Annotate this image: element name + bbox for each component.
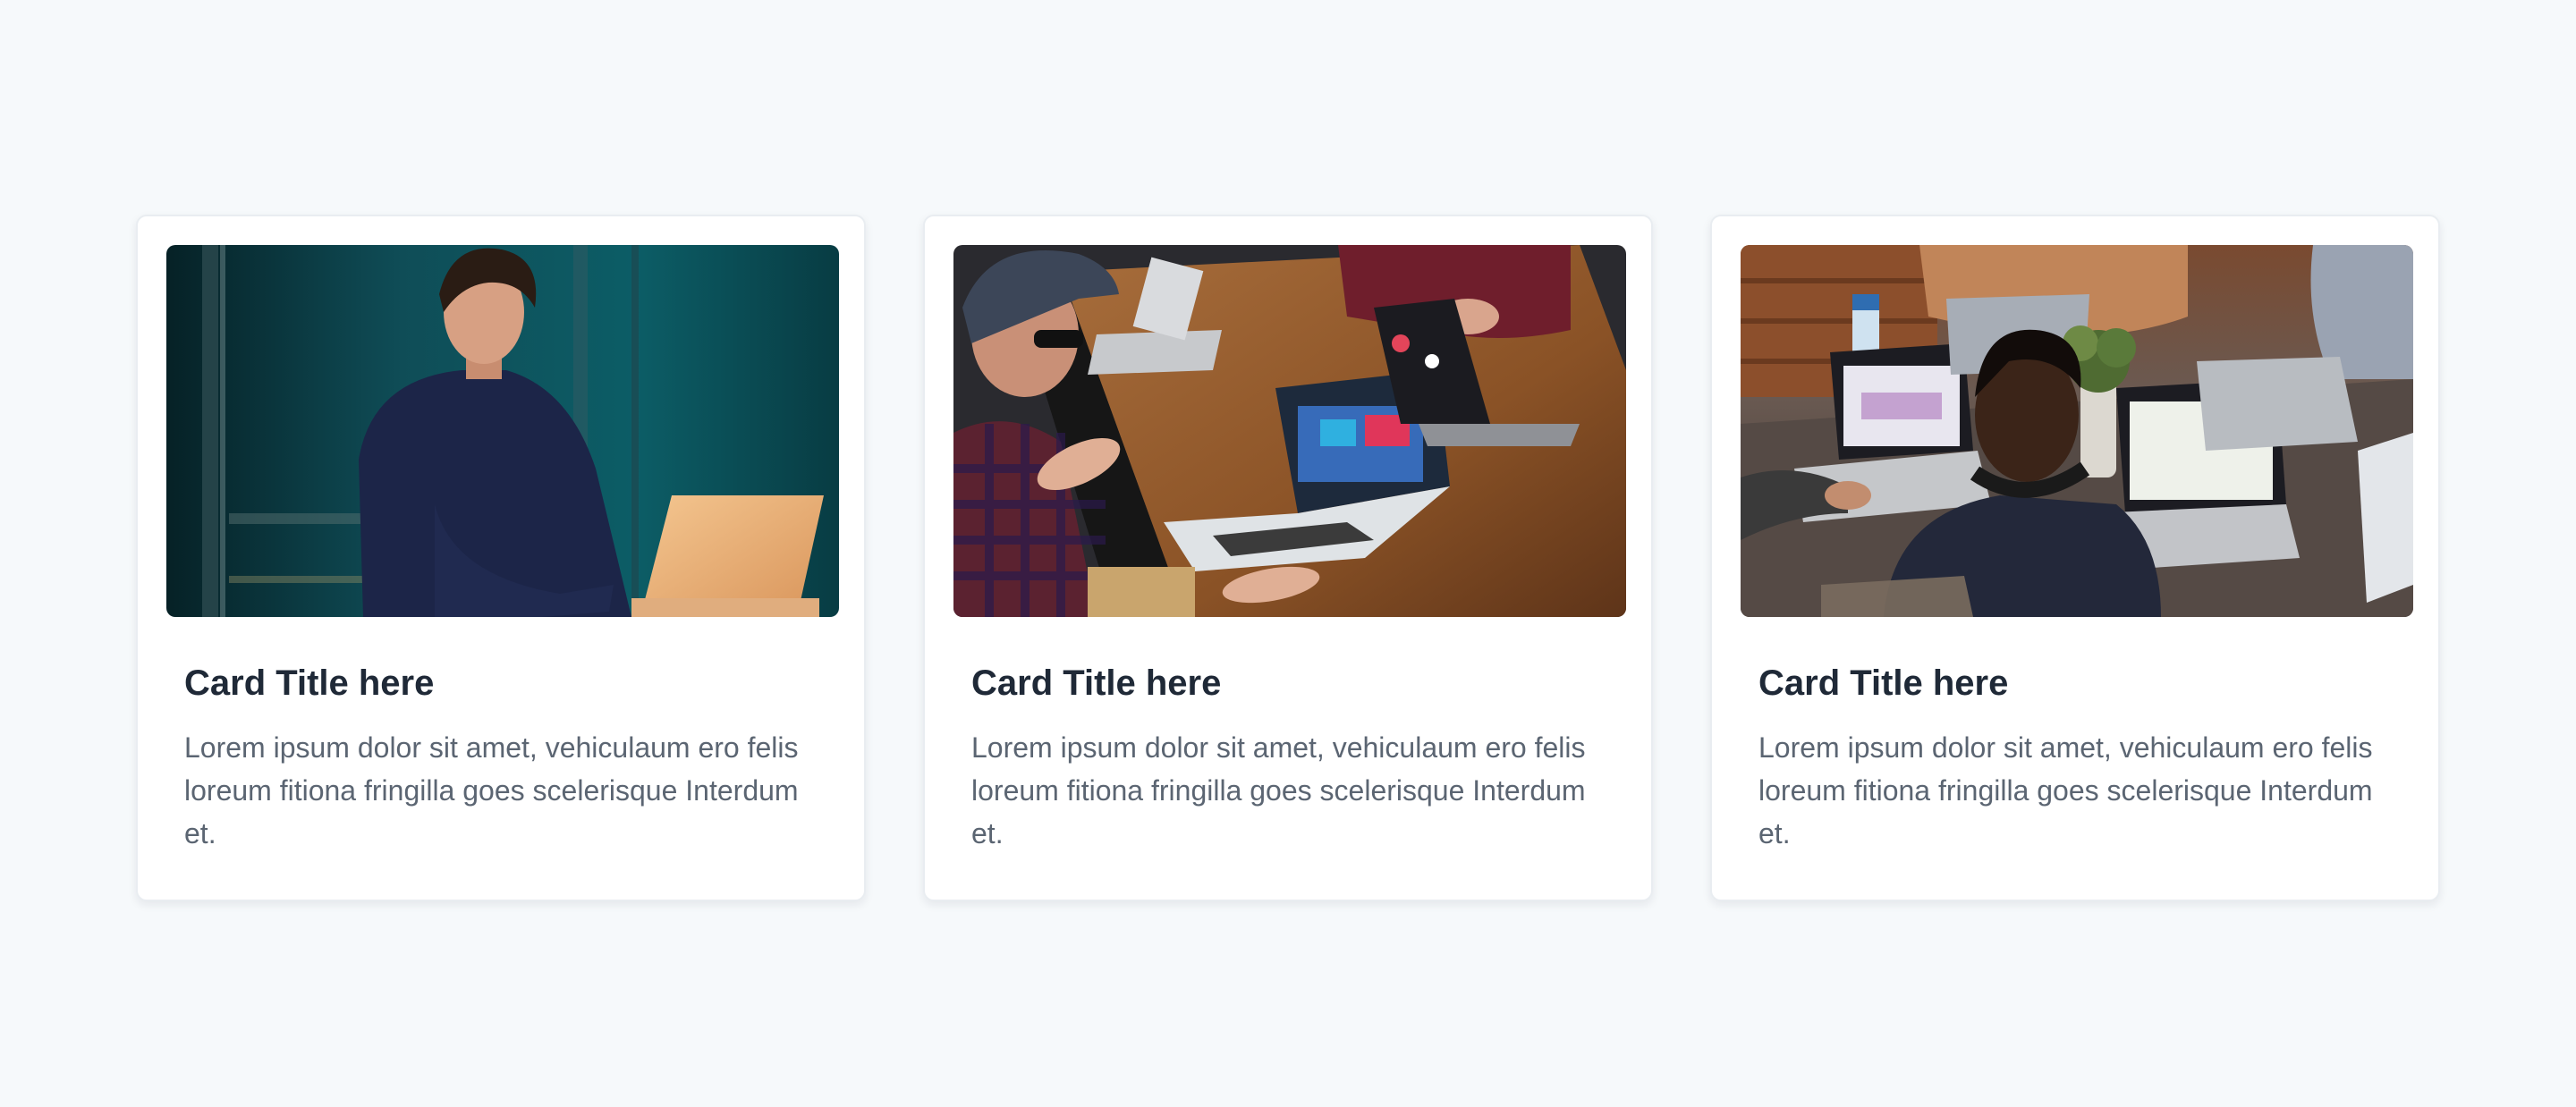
card-2-text: Lorem ipsum dolor sit amet, vehiculaum e… <box>971 731 1586 849</box>
card-3-title: Card Title here <box>1758 663 2009 703</box>
card-1-image <box>166 245 839 617</box>
card-2-title: Card Title here <box>971 663 1222 703</box>
team-meeting-photo <box>953 245 1626 617</box>
card-3-text: Lorem ipsum dolor sit amet, vehiculaum e… <box>1758 731 2373 849</box>
man-with-laptop-photo <box>166 245 839 617</box>
card-1-text: Lorem ipsum dolor sit amet, vehiculaum e… <box>184 731 799 849</box>
coworking-photo <box>1741 245 2413 617</box>
card-1[interactable]: Card Title here Lorem ipsum dolor sit am… <box>136 215 866 901</box>
card-3-image <box>1741 245 2413 617</box>
card-3[interactable]: Card Title here Lorem ipsum dolor sit am… <box>1710 215 2440 901</box>
card-1-title: Card Title here <box>184 663 435 703</box>
card-2[interactable]: Card Title here Lorem ipsum dolor sit am… <box>923 215 1653 901</box>
card-2-image <box>953 245 1626 617</box>
card-grid: Card Title here Lorem ipsum dolor sit am… <box>136 215 2440 901</box>
